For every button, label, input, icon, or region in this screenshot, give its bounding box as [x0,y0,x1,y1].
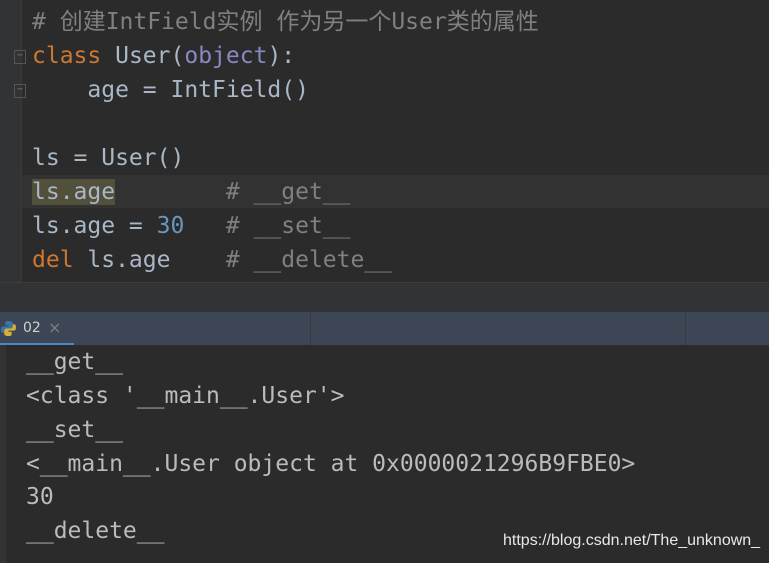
fold-end-icon[interactable]: − [14,84,26,98]
divider [685,312,686,346]
python-icon [1,321,16,336]
output-line: <class '__main__.User'> [26,383,345,409]
panel-separator[interactable] [0,282,769,312]
code-line-delete: del ls.age # __delete__ [32,243,392,277]
close-icon[interactable]: × [48,318,61,337]
output-line: 30 [26,484,54,510]
run-console-output[interactable]: __get__ <class '__main__.User'> __set__ … [0,345,769,563]
punct: ): [267,43,296,69]
comment: # __delete__ [170,247,393,273]
console-gutter [0,345,6,563]
output-line: __get__ [26,349,123,375]
comment: # __get__ [115,179,351,205]
builtin: object [184,43,268,69]
fold-icon[interactable]: − [14,50,26,64]
code-editor[interactable]: − − # 创建IntField实例 作为另一个User类的属性 class U… [0,0,769,282]
output-line: <__main__.User object at 0x0000021296B9F… [26,451,636,477]
code-line-age: age = IntField() [32,77,309,103]
code-line-get: ls.age # __get__ [32,175,351,209]
keyword: class [32,43,102,69]
comment: # __set__ [184,213,351,239]
divider [310,312,311,346]
highlighted-usage: ls.age [32,179,116,205]
run-tab[interactable]: 02 × [0,312,74,346]
code: ls.age = [32,213,157,239]
output-line: __delete__ [26,518,165,544]
editor-gutter [0,0,22,282]
keyword: del [32,247,74,273]
number: 30 [156,213,185,239]
watermark: https://blog.csdn.net/The_unknown_ [503,532,761,549]
run-tab-bar: 02 × [0,311,769,346]
class-name: User( [101,43,185,69]
run-tab-label: 02 [23,320,41,336]
code: ls.age [73,247,171,273]
code-line-comment: # 创建IntField实例 作为另一个User类的属性 [32,9,539,35]
output-line: __set__ [26,417,123,443]
code-line-instance: ls = User() [32,145,185,171]
code-line-set: ls.age = 30 # __set__ [32,209,351,243]
code-line-class: class User(object): [32,39,295,73]
